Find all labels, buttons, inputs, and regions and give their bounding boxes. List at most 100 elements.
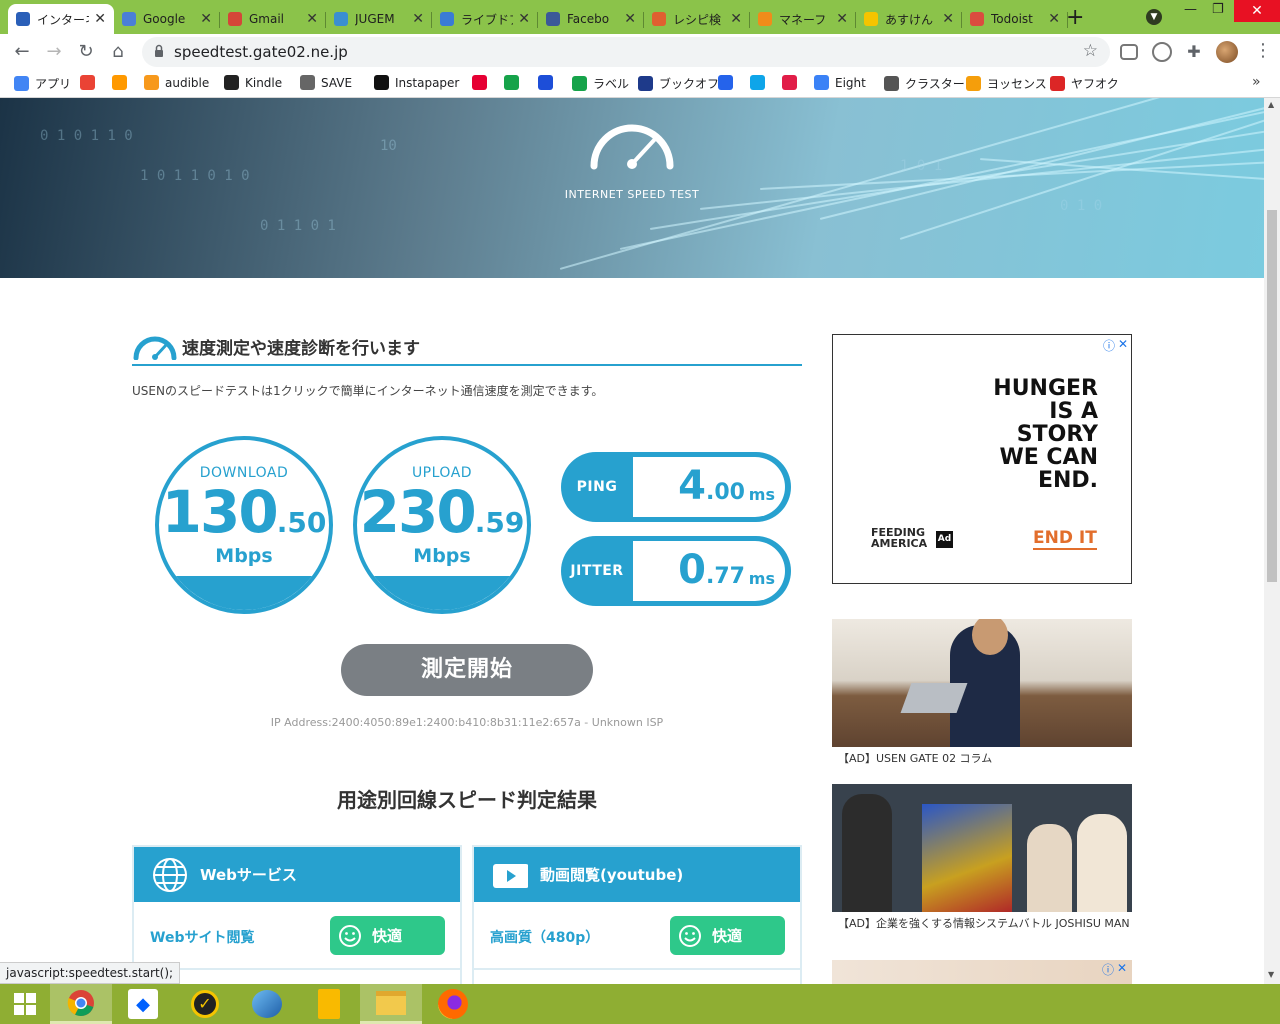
taskbar-firefox[interactable]: [422, 984, 484, 1024]
bookmark-favicon-icon: [814, 75, 829, 90]
forward-icon[interactable]: →: [42, 40, 66, 64]
extension-cast-icon[interactable]: [1120, 44, 1138, 60]
bookmark-item[interactable]: ヤフオク: [1050, 75, 1119, 92]
tab-close-icon[interactable]: ✕: [624, 11, 636, 27]
browser-tab[interactable]: Gmail ✕: [220, 4, 326, 34]
bookmarks-overflow-icon[interactable]: »: [1252, 74, 1261, 90]
restore-icon[interactable]: ❐: [1212, 2, 1224, 22]
menu-kebab-icon[interactable]: ⋮: [1254, 40, 1272, 61]
tab-close-icon[interactable]: ✕: [942, 11, 954, 27]
tab-close-icon[interactable]: ✕: [412, 11, 424, 27]
bookmark-item[interactable]: [80, 75, 101, 90]
taskbar-dropbox[interactable]: ◆: [112, 984, 174, 1024]
browser-tab[interactable]: マネーフ ✕: [750, 4, 856, 34]
new-tab-button[interactable]: +: [1066, 5, 1084, 30]
browser-tab[interactable]: Google ✕: [114, 4, 220, 34]
ad-close-icon[interactable]: ✕: [1117, 961, 1127, 975]
bookmark-item[interactable]: audible: [144, 75, 209, 90]
chrome-icon: [67, 989, 94, 1016]
taskbar-chrome[interactable]: [50, 984, 112, 1024]
taskbar-keep[interactable]: [298, 984, 360, 1024]
profile-avatar[interactable]: [1216, 41, 1238, 63]
bookmark-item[interactable]: [782, 75, 803, 90]
ad-info-icon[interactable]: ⓘ: [1103, 337, 1115, 354]
ad-info-icon[interactable]: ⓘ: [1102, 961, 1114, 978]
bookmark-favicon-icon: [374, 75, 389, 90]
joshisu-man-ad-image[interactable]: [832, 784, 1132, 912]
bookmark-favicon-icon: [572, 76, 587, 91]
bookmark-item[interactable]: Instapaper: [374, 75, 459, 90]
binary-digits: 1 0 1: [900, 158, 943, 174]
feeding-america-ad[interactable]: ⓘ ✕ HUNGER IS A STORY WE CAN END. FEEDIN…: [832, 334, 1132, 584]
window-close-button[interactable]: ✕: [1234, 0, 1280, 22]
bookmark-item[interactable]: [538, 75, 559, 90]
browser-tab[interactable]: インターネ ✕: [8, 4, 114, 34]
browser-tab[interactable]: Todoist ✕: [962, 4, 1068, 34]
browser-toolbar: ← → ↻ ⌂ speedtest.gate02.ne.jp ☆ ✚ ⋮: [0, 34, 1280, 70]
page-scrollbar[interactable]: ▲ ▼: [1264, 98, 1280, 984]
bookmark-item[interactable]: [472, 75, 493, 90]
bookmark-item[interactable]: Kindle: [224, 75, 282, 90]
back-icon[interactable]: ←: [10, 40, 34, 64]
reload-icon[interactable]: ↻: [74, 40, 98, 64]
bookmark-favicon-icon: [884, 76, 899, 91]
bookmark-item[interactable]: SAVE: [300, 75, 352, 90]
bookmark-label: ヤフオク: [1071, 77, 1119, 91]
tab-close-icon[interactable]: ✕: [836, 11, 848, 27]
start-button[interactable]: [0, 984, 50, 1024]
bookmark-item[interactable]: [750, 75, 771, 90]
ad-close-icon[interactable]: ✕: [1118, 337, 1128, 351]
tab-close-icon[interactable]: ✕: [730, 11, 742, 27]
tab-close-icon[interactable]: ✕: [1048, 11, 1060, 27]
taskbar-norton[interactable]: ✓: [174, 984, 236, 1024]
bookmark-item[interactable]: [504, 75, 525, 90]
bookmark-item[interactable]: ラベル: [572, 75, 629, 92]
usen-column-ad-image[interactable]: [832, 619, 1132, 747]
extension-github-icon[interactable]: [1152, 42, 1172, 62]
browser-tab[interactable]: JUGEM ✕: [326, 4, 432, 34]
smile-icon: [339, 924, 361, 947]
bookmark-item[interactable]: ヨッセンス: [966, 75, 1047, 92]
tab-label: レシピ検: [673, 12, 722, 27]
browser-tab[interactable]: レシピ検 ✕: [644, 4, 750, 34]
bookmark-item[interactable]: ブックオフ: [638, 75, 719, 92]
end-it-link[interactable]: END IT: [1033, 528, 1097, 550]
browser-tab[interactable]: ライブドア ✕: [432, 4, 538, 34]
bookmark-item[interactable]: [718, 75, 739, 90]
tab-label: あすけん: [885, 12, 934, 27]
tab-close-icon[interactable]: ✕: [306, 11, 318, 27]
browser-tab[interactable]: Facebo ✕: [538, 4, 644, 34]
tab-close-icon[interactable]: ✕: [518, 11, 530, 27]
bookmark-item[interactable]: アプリ: [14, 75, 71, 92]
tab-close-icon[interactable]: ✕: [200, 11, 212, 27]
browser-tab[interactable]: あすけん ✕: [856, 4, 962, 34]
scrollbar-thumb[interactable]: [1267, 210, 1277, 582]
address-bar[interactable]: speedtest.gate02.ne.jp ☆: [142, 37, 1110, 67]
bookmark-star-icon[interactable]: ☆: [1083, 41, 1098, 61]
minimize-icon[interactable]: —: [1184, 2, 1197, 22]
jitter-pill: JITTER 0.77 ms: [561, 536, 791, 606]
scroll-down-icon[interactable]: ▼: [1268, 970, 1274, 979]
bottom-ad[interactable]: ⓘ ✕: [832, 960, 1132, 984]
ping-label: PING: [576, 479, 618, 495]
taskbar-thunderbird[interactable]: [236, 984, 298, 1024]
bookmark-label: Eight: [835, 75, 866, 90]
download-meter: DOWNLOAD 130.50 Mbps: [155, 436, 333, 614]
scroll-up-icon[interactable]: ▲: [1268, 100, 1274, 109]
web-service-card: Webサービス Webサイト閲覧 快適: [132, 845, 462, 984]
bookmark-item[interactable]: [112, 75, 133, 90]
bookmark-favicon-icon: [224, 75, 239, 90]
video-card-title: 動画閲覧(youtube): [540, 866, 684, 884]
extensions-puzzle-icon[interactable]: ✚: [1182, 40, 1206, 64]
home-icon[interactable]: ⌂: [106, 40, 130, 64]
bookmark-item[interactable]: クラスター: [884, 75, 965, 92]
joshisu-man-ad-caption[interactable]: 【AD】企業を強くする情報システムバトル JOSHISU MAN: [838, 915, 1130, 931]
bookmark-item[interactable]: Eight: [814, 75, 866, 90]
usen-column-ad-caption[interactable]: 【AD】USEN GATE 02 コラム: [838, 750, 992, 766]
tab-close-icon[interactable]: ✕: [94, 11, 106, 27]
smile-icon: [679, 924, 701, 947]
tab-search-icon[interactable]: ▼: [1146, 9, 1162, 25]
taskbar-explorer[interactable]: [360, 984, 422, 1024]
bookmark-favicon-icon: [638, 76, 653, 91]
start-test-button[interactable]: 測定開始: [341, 644, 593, 696]
